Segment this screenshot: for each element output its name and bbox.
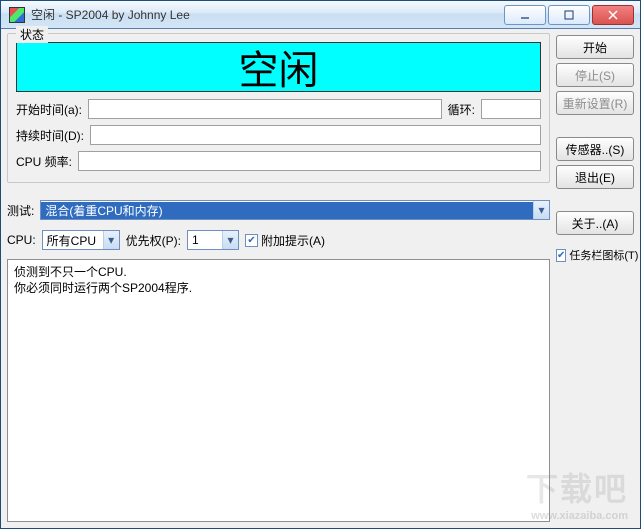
priority-label: 优先权(P): (126, 232, 181, 249)
duration-label: 持续时间(D): (16, 127, 84, 144)
cpu-freq-input[interactable] (78, 151, 541, 171)
test-label: 测试: (7, 202, 34, 219)
right-column: 开始 停止(S) 重新设置(R) 传感器..(S) 退出(E) 关于..(A) … (556, 33, 634, 522)
app-icon (9, 7, 25, 23)
reset-button[interactable]: 重新设置(R) (556, 91, 634, 115)
cpu-combo-text: 所有CPU (43, 232, 103, 249)
left-column: 状态 空闲 开始时间(a): 循环: 持续时间(D): CPU 频率: (7, 33, 550, 522)
window-title: 空闲 - SP2004 by Johnny Lee (31, 6, 190, 23)
tray-checkbox[interactable] (556, 249, 566, 262)
stop-button[interactable]: 停止(S) (556, 63, 634, 87)
start-time-label: 开始时间(a): (16, 101, 82, 118)
test-combo[interactable]: 混合(着重CPU和内存) ▾ (40, 200, 550, 220)
chevron-down-icon[interactable]: ▾ (533, 201, 549, 219)
test-combo-text: 混合(着重CPU和内存) (41, 202, 533, 219)
extra-hint-checkbox[interactable] (245, 234, 258, 247)
minimize-button[interactable] (504, 5, 546, 25)
extra-hint-checkbox-wrap[interactable]: 附加提示(A) (245, 232, 325, 249)
cpu-combo[interactable]: 所有CPU ▾ (42, 230, 120, 250)
cpu-label: CPU: (7, 233, 36, 247)
extra-hint-label: 附加提示(A) (261, 232, 325, 249)
sensor-button[interactable]: 传感器..(S) (556, 137, 634, 161)
loop-input[interactable] (481, 99, 541, 119)
priority-combo-text: 1 (188, 233, 222, 247)
chevron-down-icon[interactable]: ▾ (222, 231, 238, 249)
exit-button[interactable]: 退出(E) (556, 165, 634, 189)
log-textarea[interactable]: 侦测到不只一个CPU. 你必须同时运行两个SP2004程序. (7, 259, 550, 522)
start-time-input[interactable] (88, 99, 442, 119)
tray-label: 任务栏图标(T) (569, 247, 638, 263)
cpu-row: CPU: 所有CPU ▾ 优先权(P): 1 ▾ 附加提示(A) (7, 229, 550, 251)
client-area: 状态 空闲 开始时间(a): 循环: 持续时间(D): CPU 频率: (1, 29, 640, 528)
maximize-button[interactable] (548, 5, 590, 25)
app-window: 空闲 - SP2004 by Johnny Lee 状态 空闲 开始时间(a):… (0, 0, 641, 529)
chevron-down-icon[interactable]: ▾ (103, 231, 119, 249)
status-group: 状态 空闲 开始时间(a): 循环: 持续时间(D): CPU 频率: (7, 33, 550, 183)
duration-input[interactable] (90, 125, 541, 145)
status-banner: 空闲 (16, 42, 541, 92)
priority-combo[interactable]: 1 ▾ (187, 230, 239, 250)
loop-label: 循环: (448, 101, 475, 118)
test-row: 测试: 混合(着重CPU和内存) ▾ (7, 199, 550, 221)
about-button[interactable]: 关于..(A) (556, 211, 634, 235)
tray-checkbox-wrap[interactable]: 任务栏图标(T) (556, 247, 634, 263)
start-button[interactable]: 开始 (556, 35, 634, 59)
close-button[interactable] (592, 5, 634, 25)
status-group-label: 状态 (16, 26, 48, 43)
titlebar[interactable]: 空闲 - SP2004 by Johnny Lee (1, 1, 640, 29)
cpu-freq-label: CPU 频率: (16, 153, 72, 170)
